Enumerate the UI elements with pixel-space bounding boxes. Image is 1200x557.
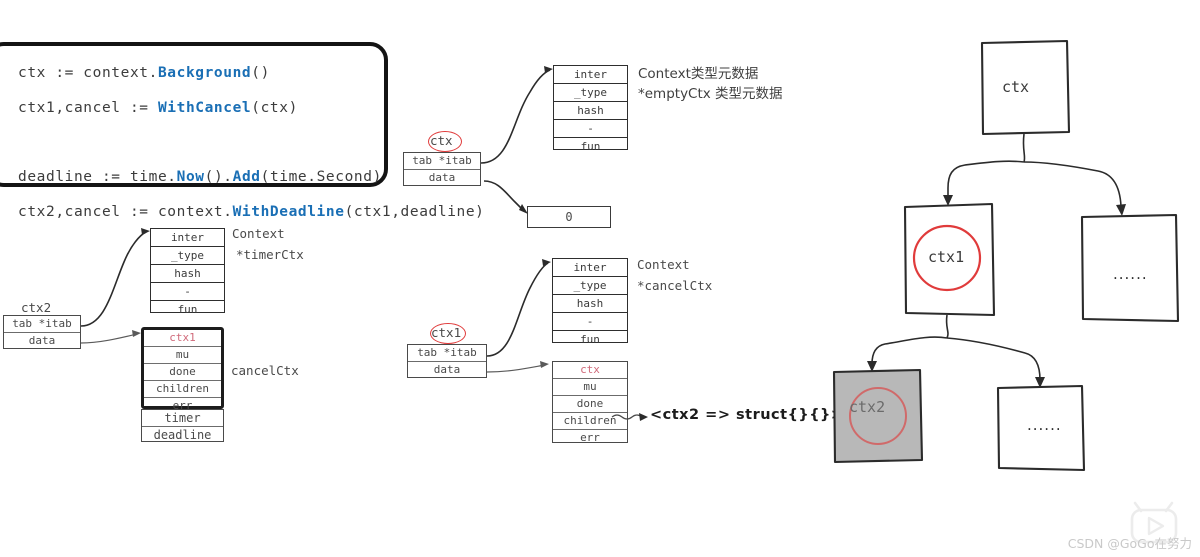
ctx2-var-label: ctx2	[21, 300, 52, 315]
ctx2-type-label-line1: Context	[232, 226, 285, 241]
ctx-iface-row-data: data	[428, 171, 456, 184]
code-seg: ctx1,cancel :=	[18, 100, 158, 116]
ctx1-itab-row-fun: fun	[580, 333, 600, 346]
ctx2-itab-row-dash: -	[151, 283, 224, 301]
ctx-data-box: 0	[527, 206, 611, 228]
ctx1-var-label: ctx1	[431, 325, 462, 340]
ctx2-itab-box: inter _type hash - fun	[150, 228, 225, 316]
ctx1-itab-row-inter: inter	[553, 259, 627, 277]
ctx-var-label: ctx	[430, 133, 453, 148]
ctx2-timer-box: timer deadline	[141, 409, 224, 442]
code-keyword-withcancel: WithCancel	[157, 100, 252, 116]
csdn-watermark: CSDN @GoGo在努力	[1067, 536, 1192, 551]
ctx-annotation-line1: Context类型元数据	[638, 66, 759, 82]
code-keyword-background: Background	[157, 65, 252, 81]
code-snippet-box: ctx := context.Background() ctx1,cancel …	[0, 42, 484, 219]
ctx-itab-box: inter _type hash - fun	[553, 65, 628, 153]
tree-child2-label: ......	[1113, 265, 1148, 283]
code-seg: ctx2,cancel := context.	[18, 204, 233, 220]
code-line-5: ctx2,cancel := context.WithDeadline(ctx1…	[18, 204, 485, 220]
code-seg: ctx := context.	[18, 65, 158, 81]
code-line-2: ctx1,cancel := WithCancel(ctx)	[18, 100, 485, 116]
ctx2-timer-row-deadline: deadline	[153, 428, 212, 442]
ctx2-iface-box: tab *itab data	[3, 315, 81, 349]
ctx2-itab-row-inter: inter	[151, 229, 224, 247]
code-line-1: ctx := context.Background()	[18, 65, 485, 81]
ctx2-cancel-row-done: done	[144, 364, 221, 381]
ctx1-iface-row-data: data	[433, 363, 461, 376]
code-seg: (ctx1,deadline)	[344, 204, 485, 220]
ctx-itab-row-type: _type	[554, 84, 627, 102]
ctx2-iface-row-data: data	[28, 334, 56, 347]
ctx1-itab-box: inter _type hash - fun	[552, 258, 628, 346]
ctx-iface-box: tab *itab data	[403, 152, 481, 186]
ctx2-cancel-row-children: children	[144, 381, 221, 398]
ctx1-itab-row-hash: hash	[553, 295, 627, 313]
ctx2-timer-row-timer: timer	[142, 410, 223, 427]
ctx1-cancelctx-box: ctx mu done children err	[552, 361, 628, 444]
tree-child1-label: ctx1	[928, 248, 965, 266]
ctx-itab-row-hash: hash	[554, 102, 627, 120]
ctx1-struct-row-mu: mu	[553, 379, 627, 396]
code-seg: (time.Second)	[260, 169, 382, 185]
ctx1-struct-row-children: children	[553, 413, 627, 430]
tree-grandchild2-label: ......	[1027, 416, 1062, 434]
tree-root-label: ctx	[1002, 78, 1030, 96]
ctx1-struct-row-ctx: ctx	[553, 362, 627, 379]
ctx2-iface-row-tab: tab *itab	[4, 316, 80, 333]
ctx-itab-row-inter: inter	[554, 66, 627, 84]
ctx2-type-label-line2: *timerCtx	[236, 247, 304, 262]
code-keyword-withdeadline: WithDeadline	[232, 204, 345, 220]
ctx1-struct-row-done: done	[553, 396, 627, 413]
ctx2-cancelctx-box: ctx1 mu done children err	[141, 327, 224, 412]
code-seg: ()	[251, 65, 270, 81]
code-keyword-now: Now	[176, 169, 205, 185]
code-seg: ().	[204, 169, 233, 185]
tree-grandchild1-label: ctx2	[849, 398, 886, 416]
ctx-itab-row-dash: -	[554, 120, 627, 138]
ctx-itab-row-fun: fun	[580, 140, 601, 153]
ctx1-iface-box: tab *itab data	[407, 344, 487, 378]
ctx-annotation-line2: *emptyCtx 类型元数据	[638, 86, 783, 102]
ctx2-struct-label: cancelCtx	[231, 363, 299, 378]
ctx2-cancel-row-mu: mu	[144, 347, 221, 364]
ctx2-cancel-row-ctx1: ctx1	[144, 330, 221, 347]
code-seg: deadline := time.	[18, 169, 177, 185]
code-keyword-add: Add	[232, 169, 261, 185]
ctx-iface-row-tab: tab *itab	[404, 153, 480, 170]
ctx1-type-label-line2: *cancelCtx	[637, 278, 713, 293]
ctx1-iface-row-tab: tab *itab	[408, 345, 486, 362]
ctx2-itab-row-fun: fun	[177, 303, 198, 316]
ctx1-struct-row-err: err	[580, 431, 600, 444]
ctx2-itab-row-type: _type	[151, 247, 224, 265]
ctx1-type-label-line1: Context	[637, 257, 690, 272]
code-seg: (ctx)	[251, 100, 298, 116]
diagram-canvas: ctx := context.Background() ctx1,cancel …	[0, 0, 1200, 557]
ctx2-itab-row-hash: hash	[151, 265, 224, 283]
ctx1-itab-row-type: _type	[553, 277, 627, 295]
ctx1-itab-row-dash: -	[553, 313, 627, 331]
